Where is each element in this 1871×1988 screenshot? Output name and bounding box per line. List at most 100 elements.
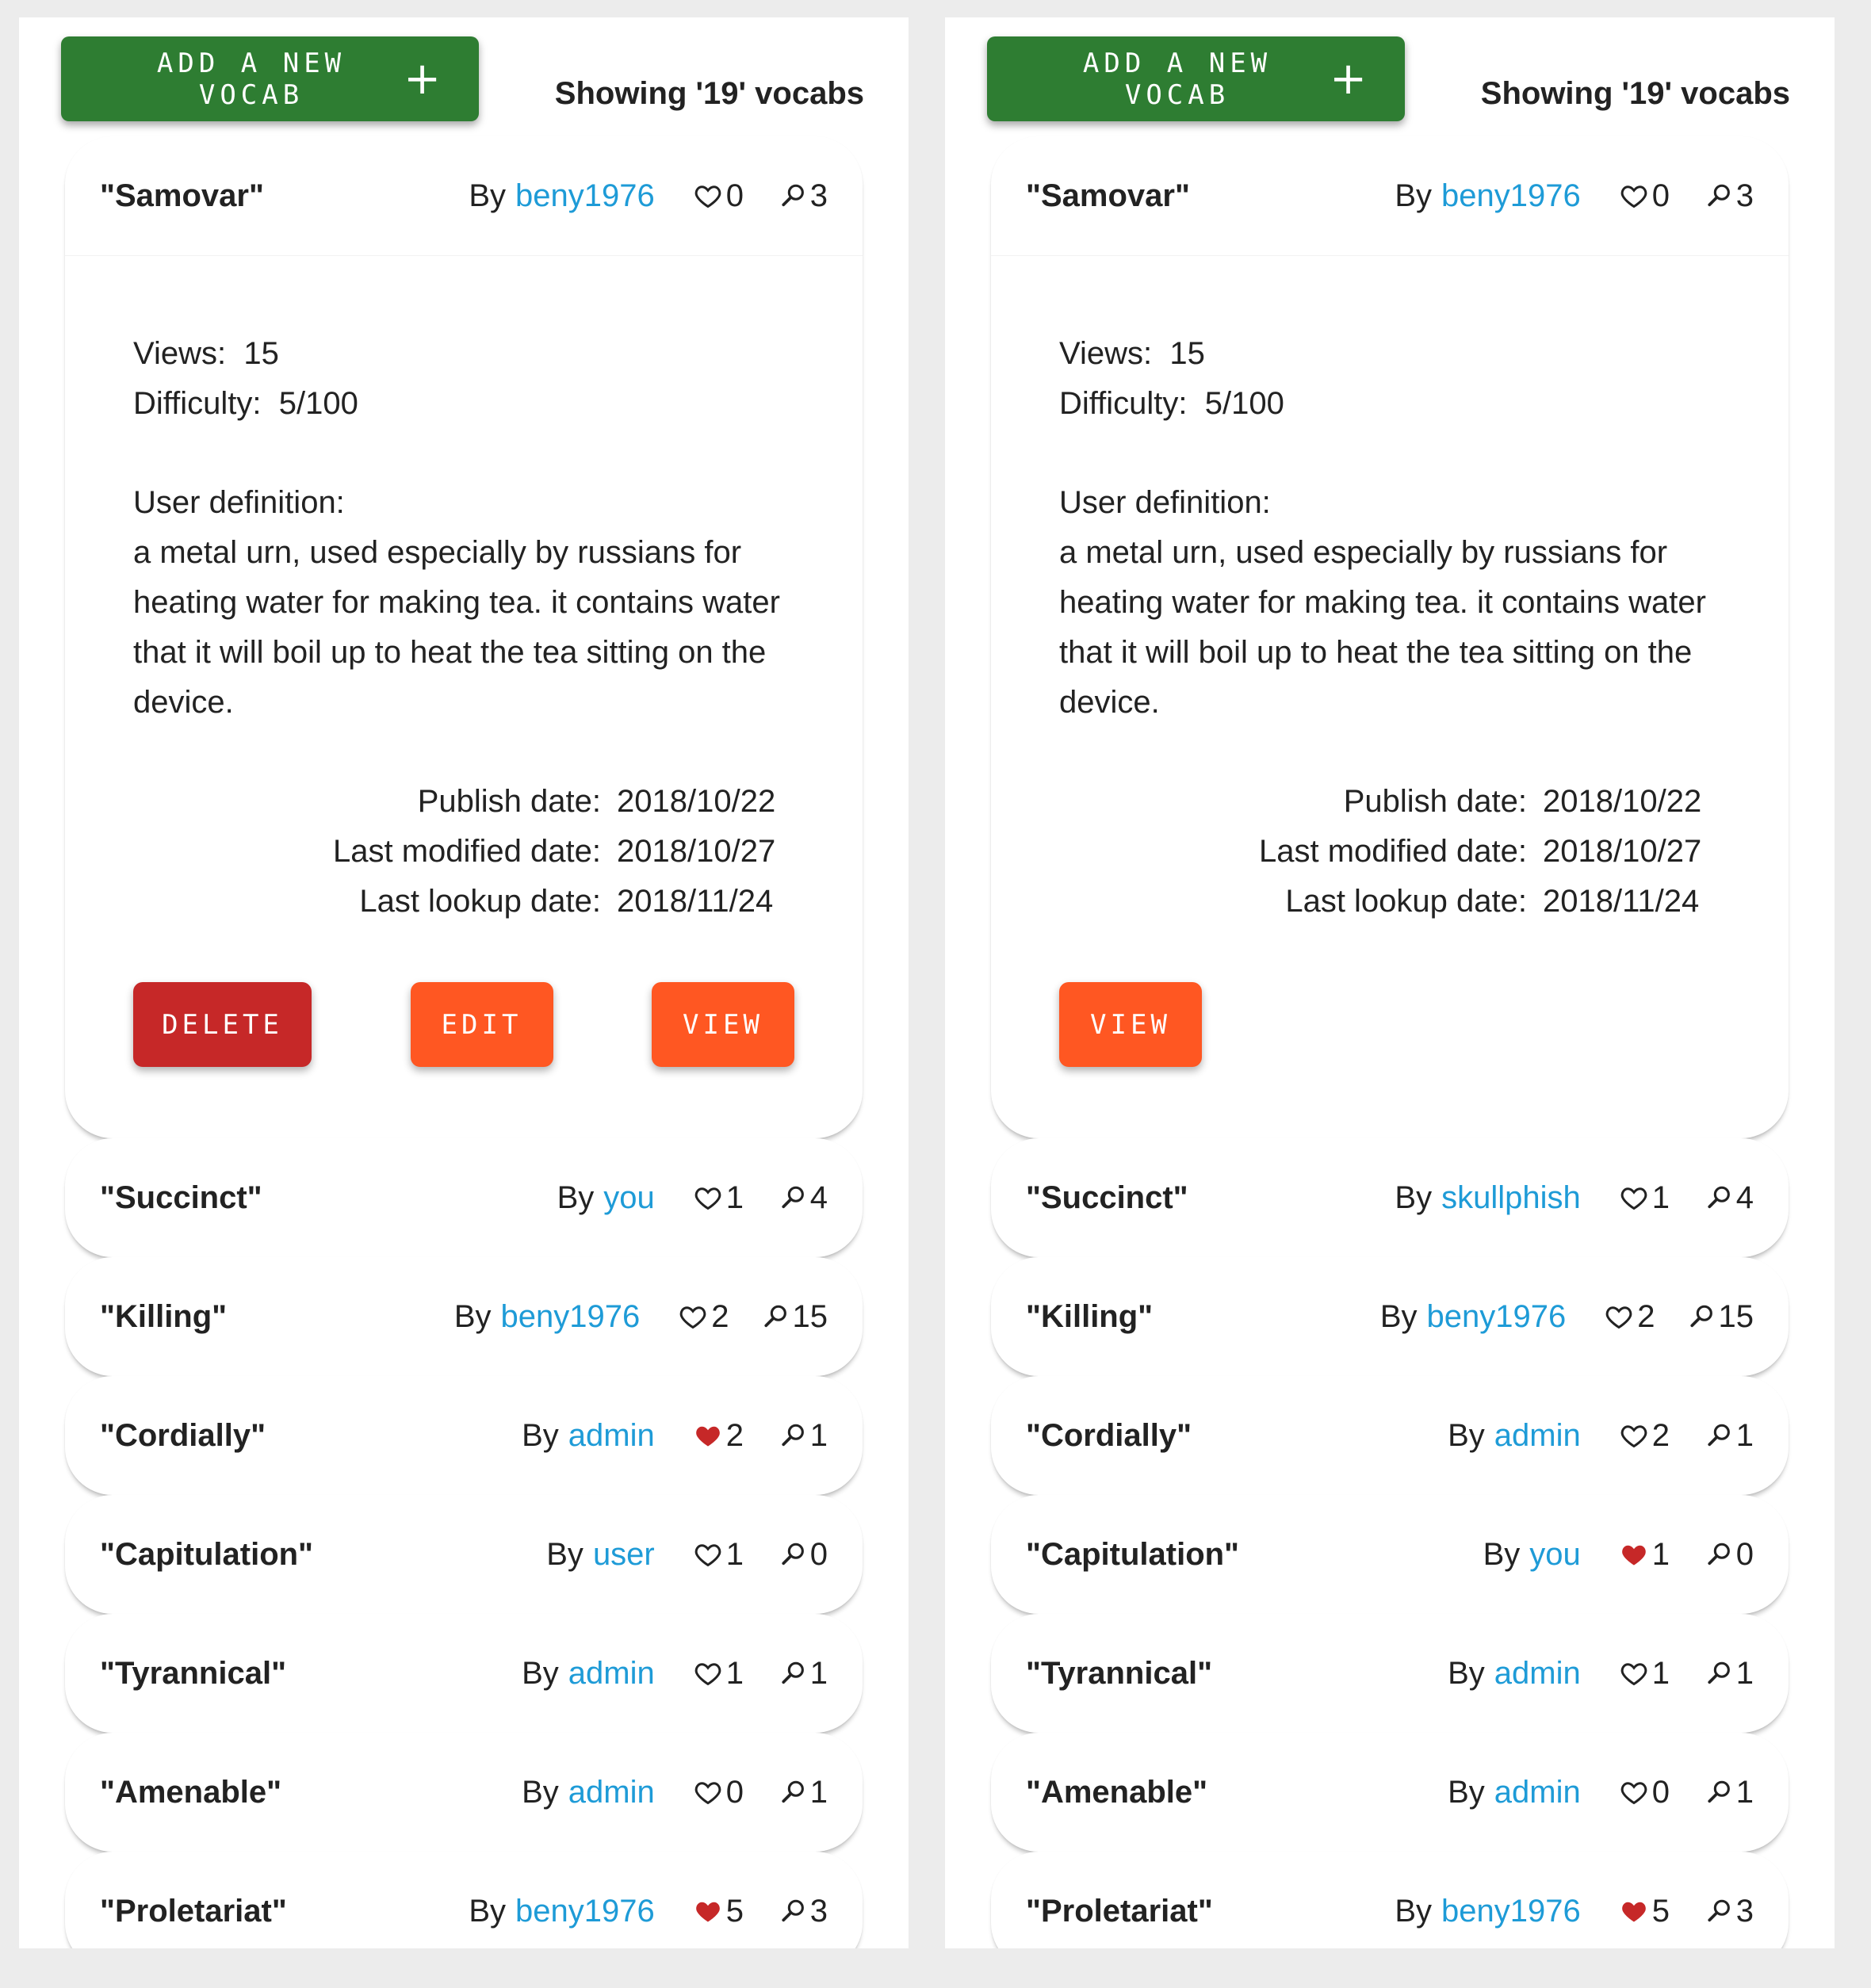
vocab-row-header[interactable]: "Samovar" By beny1976 0 3	[65, 136, 863, 255]
add-vocab-button[interactable]: ADD A NEW VOCAB +	[61, 36, 479, 121]
author-link[interactable]: beny1976	[1427, 1299, 1567, 1335]
vocab-row-header[interactable]: "Killing" By beny1976 2 15	[65, 1257, 863, 1376]
by-label: By	[522, 1417, 559, 1453]
lookup-icon	[1708, 184, 1730, 207]
vocab-row-header[interactable]: "Proletariat" By beny1976 5 3	[991, 1852, 1789, 1948]
like-count: 1	[725, 1179, 744, 1215]
like-toggle[interactable]: 0	[1619, 178, 1670, 214]
author-link[interactable]: user	[593, 1537, 655, 1573]
like-count: 1	[1651, 1536, 1670, 1572]
list-toolbar: ADD A NEW VOCAB + Showing '19' vocabs	[945, 17, 1835, 136]
like-toggle[interactable]: 2	[1604, 1299, 1655, 1335]
lookup-value: 3	[809, 1893, 828, 1929]
by-label: By	[1395, 1179, 1433, 1215]
like-count: 5	[725, 1893, 744, 1929]
author-link[interactable]: beny1976	[1441, 1894, 1581, 1929]
vocab-row[interactable]: "Tyrannical" By admin 1 1	[991, 1614, 1789, 1733]
vocab-row[interactable]: "Cordially" By admin 2 1	[65, 1376, 863, 1495]
view-button[interactable]: VIEW	[652, 982, 794, 1067]
like-toggle[interactable]: 1	[693, 1180, 744, 1216]
author-link[interactable]: beny1976	[501, 1299, 641, 1335]
lookup-icon	[1708, 1543, 1730, 1566]
like-toggle[interactable]: 2	[1619, 1418, 1670, 1454]
vocab-row-header[interactable]: "Capitulation" By you 1 0	[991, 1495, 1789, 1614]
modified-date: Last modified date: 2018/10/27	[133, 827, 794, 877]
edit-button[interactable]: EDIT	[410, 982, 553, 1067]
heart-outline-icon	[1605, 1306, 1632, 1329]
lookup-date-value: 2018/11/24	[1543, 884, 1700, 919]
vocab-word: "Cordially"	[100, 1417, 266, 1453]
author-link[interactable]: admin	[1494, 1656, 1581, 1692]
like-toggle[interactable]: 5	[1619, 1894, 1670, 1929]
dates-block: Publish date: 2018/10/22 Last modified da…	[133, 777, 794, 927]
like-count: 2	[1651, 1417, 1670, 1453]
author-link[interactable]: admin	[1494, 1418, 1581, 1454]
like-toggle[interactable]: 2	[693, 1418, 744, 1454]
lookup-icon	[782, 1899, 804, 1922]
view-button[interactable]: VIEW	[1059, 982, 1202, 1067]
by-label: By	[546, 1536, 583, 1572]
vocab-row-header[interactable]: "Tyrannical" By admin 1 1	[991, 1614, 1789, 1733]
vocab-row-header[interactable]: "Succinct" By you 1 4	[65, 1138, 863, 1257]
add-vocab-button[interactable]: ADD A NEW VOCAB +	[987, 36, 1405, 121]
like-count: 1	[725, 1655, 744, 1691]
vocab-row[interactable]: "Capitulation" By user 1 0	[65, 1495, 863, 1614]
like-toggle[interactable]: 1	[1619, 1537, 1670, 1573]
lookup-value: 4	[1735, 1179, 1754, 1215]
vocab-row-header[interactable]: "Amenable" By admin 0 1	[991, 1733, 1789, 1852]
vocab-row-header[interactable]: "Killing" By beny1976 2 15	[991, 1257, 1789, 1376]
lookup-value: 0	[809, 1536, 828, 1572]
lookup-count: 1	[1703, 1418, 1754, 1454]
vocab-row[interactable]: "Proletariat" By beny1976 5 3	[991, 1852, 1789, 1948]
like-toggle[interactable]: 0	[693, 178, 744, 214]
author-link[interactable]: beny1976	[1441, 178, 1581, 214]
definition-text: a metal urn, used especially by russians…	[1059, 535, 1706, 720]
vocab-row[interactable]: "Proletariat" By beny1976 5 3	[65, 1852, 863, 1948]
like-toggle[interactable]: 5	[693, 1894, 744, 1929]
author-link[interactable]: you	[603, 1180, 655, 1216]
lookup-value: 1	[1735, 1417, 1754, 1453]
author-link[interactable]: you	[1529, 1537, 1581, 1573]
vocab-row-header[interactable]: "Proletariat" By beny1976 5 3	[65, 1852, 863, 1948]
modified-date-value: 2018/10/27	[617, 834, 776, 869]
author-link[interactable]: admin	[568, 1775, 655, 1810]
like-toggle[interactable]: 1	[693, 1537, 744, 1573]
vocab-row[interactable]: "Amenable" By admin 0 1	[65, 1733, 863, 1852]
vocab-row-header[interactable]: "Capitulation" By user 1 0	[65, 1495, 863, 1614]
lookup-date-label: Last lookup date:	[359, 884, 601, 919]
like-toggle[interactable]: 1	[1619, 1656, 1670, 1692]
vocab-row[interactable]: "Amenable" By admin 0 1	[991, 1733, 1789, 1852]
lookup-icon	[782, 1661, 804, 1684]
vocab-row[interactable]: "Capitulation" By you 1 0	[991, 1495, 1789, 1614]
author-link[interactable]: admin	[568, 1418, 655, 1454]
author-link[interactable]: beny1976	[515, 178, 655, 214]
vocab-row-header[interactable]: "Cordially" By admin 2 1	[65, 1376, 863, 1495]
vocab-row-header[interactable]: "Succinct" By skullphish 1 4	[991, 1138, 1789, 1257]
like-toggle[interactable]: 0	[693, 1775, 744, 1810]
vocab-row[interactable]: "Killing" By beny1976 2 15	[991, 1257, 1789, 1376]
by-label: By	[469, 178, 507, 213]
author-link[interactable]: beny1976	[515, 1894, 655, 1929]
vocab-row[interactable]: "Succinct" By skullphish 1 4	[991, 1138, 1789, 1257]
author-link[interactable]: skullphish	[1441, 1180, 1581, 1216]
vocab-row-header[interactable]: "Tyrannical" By admin 1 1	[65, 1614, 863, 1733]
heart-outline-icon	[1620, 185, 1647, 208]
like-toggle[interactable]: 0	[1619, 1775, 1670, 1810]
vocab-row-header[interactable]: "Amenable" By admin 0 1	[65, 1733, 863, 1852]
author-link[interactable]: admin	[1494, 1775, 1581, 1810]
vocab-row[interactable]: "Succinct" By you 1 4	[65, 1138, 863, 1257]
like-toggle[interactable]: 1	[1619, 1180, 1670, 1216]
vocab-row[interactable]: "Cordially" By admin 2 1	[991, 1376, 1789, 1495]
by-label: By	[522, 1655, 559, 1691]
vocab-row[interactable]: "Tyrannical" By admin 1 1	[65, 1614, 863, 1733]
vocab-row[interactable]: "Killing" By beny1976 2 15	[65, 1257, 863, 1376]
plus-icon: +	[1330, 52, 1367, 105]
lookup-icon	[782, 1780, 804, 1803]
delete-button[interactable]: DELETE	[133, 982, 312, 1067]
like-toggle[interactable]: 1	[693, 1656, 744, 1692]
lookup-value: 15	[792, 1298, 828, 1334]
vocab-row-header[interactable]: "Cordially" By admin 2 1	[991, 1376, 1789, 1495]
author-link[interactable]: admin	[568, 1656, 655, 1692]
vocab-row-header[interactable]: "Samovar" By beny1976 0 3	[991, 136, 1789, 255]
like-toggle[interactable]: 2	[678, 1299, 729, 1335]
